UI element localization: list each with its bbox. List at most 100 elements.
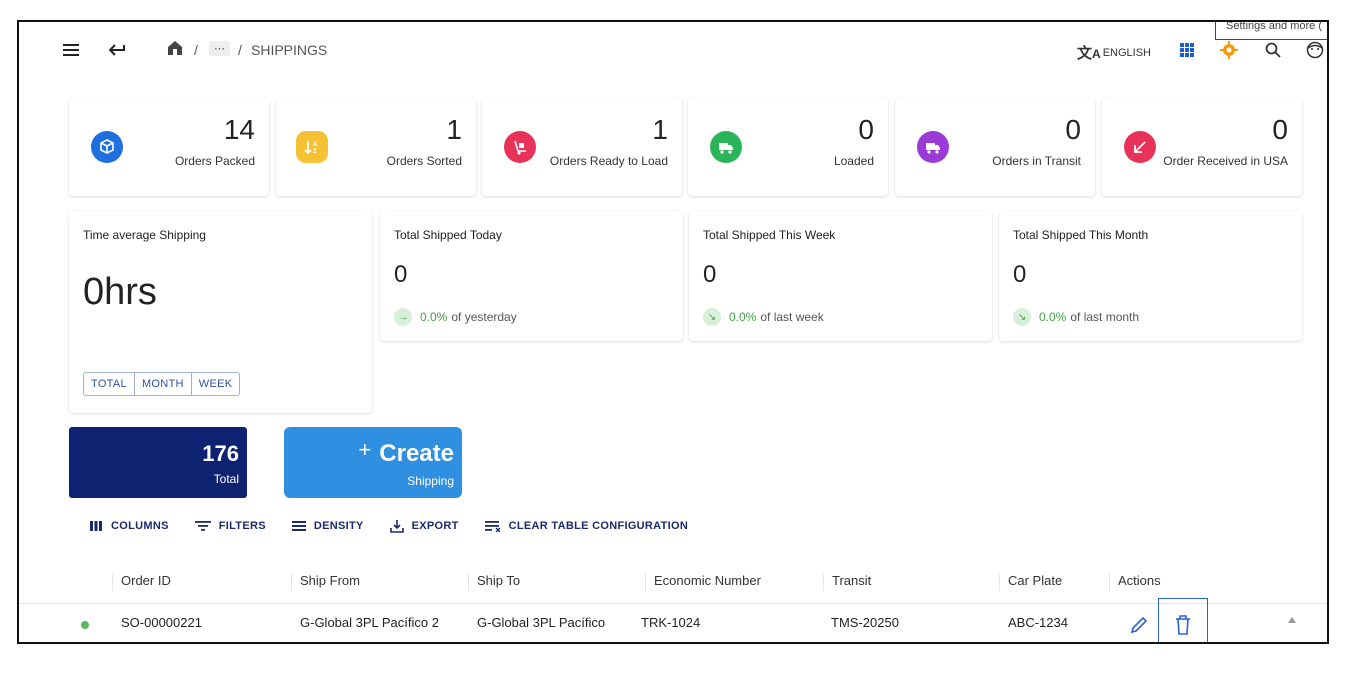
clear-table-config-button[interactable]: CLEAR TABLE CONFIGURATION xyxy=(484,519,689,533)
column-header-car-plate[interactable]: Car Plate xyxy=(999,573,1062,591)
svg-text:Z: Z xyxy=(313,149,317,155)
kpi-percent: 0.0% xyxy=(1039,310,1067,324)
create-sublabel: Shipping xyxy=(407,474,454,488)
cell-order-id: SO-00000221 xyxy=(121,615,202,630)
column-header-ship-from[interactable]: Ship From xyxy=(291,573,360,591)
range-total-button[interactable]: TOTAL xyxy=(84,373,135,395)
top-bar: / ⋯ / SHIPPINGS 文A ENGLISH Settings and … xyxy=(19,22,1327,78)
columns-icon xyxy=(90,521,102,531)
table-header: Order ID Ship From Ship To Economic Numb… xyxy=(19,560,1327,604)
cell-transit: TMS-20250 xyxy=(831,615,899,630)
density-label: DENSITY xyxy=(313,520,364,532)
language-selector[interactable]: 文A ENGLISH xyxy=(1077,42,1151,63)
scroll-up-icon[interactable] xyxy=(1287,611,1297,629)
columns-label: COLUMNS xyxy=(111,520,169,532)
svg-text:A: A xyxy=(313,142,318,148)
arrow-right-icon: → xyxy=(394,308,412,326)
settings-tooltip: Settings and more ( xyxy=(1215,22,1327,40)
settings-gear-icon[interactable] xyxy=(1219,40,1239,60)
kpi-percent: 0.0% xyxy=(420,310,448,324)
delete-focus-outline xyxy=(1158,598,1208,642)
edit-icon[interactable] xyxy=(1129,615,1149,640)
range-toggle-group: TOTAL MONTH WEEK xyxy=(83,372,241,396)
breadcrumb-separator: / xyxy=(194,42,198,58)
column-header-economic-number[interactable]: Economic Number xyxy=(645,573,761,591)
column-header-order-id[interactable]: Order ID xyxy=(112,573,171,591)
kpi-trend: ↘ 0.0% of last month xyxy=(1013,308,1139,326)
filter-icon xyxy=(194,521,211,531)
stat-label: Orders in Transit xyxy=(992,154,1081,168)
total-label: Total xyxy=(213,472,239,486)
filters-button[interactable]: FILTERS xyxy=(194,519,266,533)
stat-card-received: 0 Order Received in USA xyxy=(1102,98,1302,196)
stat-card-packed: 14 Orders Packed xyxy=(69,98,269,196)
create-shipping-button[interactable]: + Create Shipping xyxy=(284,427,462,498)
kpi-title: Total Shipped Today xyxy=(394,228,502,242)
box-icon xyxy=(91,131,123,163)
kpi-comparison: of yesterday xyxy=(451,310,517,324)
cell-economic-number: TRK-1024 xyxy=(641,615,701,630)
export-icon xyxy=(389,520,404,533)
create-label: Create xyxy=(379,440,454,467)
stat-card-sorted: AZ 1 Orders Sorted xyxy=(276,98,476,196)
stat-value: 1 xyxy=(652,114,668,145)
plus-icon: + xyxy=(358,437,372,462)
stat-label: Loaded xyxy=(833,154,874,168)
range-week-button[interactable]: WEEK xyxy=(192,373,240,395)
arrow-down-left-icon xyxy=(1124,131,1156,163)
clear-config-label: CLEAR TABLE CONFIGURATION xyxy=(508,520,689,532)
trend-down-icon: ↘ xyxy=(703,308,721,326)
breadcrumb-separator: / xyxy=(238,42,242,58)
menu-icon[interactable] xyxy=(61,40,81,60)
stat-label: Order Received in USA xyxy=(1163,154,1288,168)
export-button[interactable]: EXPORT xyxy=(389,519,459,533)
kpi-card-month: Total Shipped This Month 0 ↘ 0.0% of las… xyxy=(999,211,1302,341)
clear-config-icon xyxy=(484,521,501,532)
total-value: 176 xyxy=(202,441,239,466)
apps-grid-icon[interactable] xyxy=(1177,40,1197,60)
card-title: Time average Shipping xyxy=(83,228,206,242)
column-header-actions: Actions xyxy=(1109,573,1161,591)
search-icon[interactable] xyxy=(1263,40,1283,60)
breadcrumb-more[interactable]: ⋯ xyxy=(209,41,230,56)
stat-label: Orders Packed xyxy=(174,154,255,168)
app-frame: / ⋯ / SHIPPINGS 文A ENGLISH Settings and … xyxy=(17,20,1329,644)
kpi-value: 0 xyxy=(703,261,717,288)
table-row[interactable]: SO-00000221 G-Global 3PL Pacífico 2 G-Gl… xyxy=(19,605,1327,642)
kpi-percent: 0.0% xyxy=(729,310,757,324)
home-icon[interactable] xyxy=(165,38,185,58)
stat-value: 0 xyxy=(858,114,874,145)
back-arrow-icon[interactable] xyxy=(107,40,127,60)
stat-value: 1 xyxy=(446,114,462,145)
stat-value: 14 xyxy=(223,114,255,145)
cell-ship-from: G-Global 3PL Pacífico 2 xyxy=(300,615,439,630)
kpi-trend: ↘ 0.0% of last week xyxy=(703,308,824,326)
kpi-value: 0 xyxy=(394,261,408,288)
column-header-transit[interactable]: Transit xyxy=(823,573,871,591)
translate-icon: 文A xyxy=(1077,45,1101,62)
kpi-trend: → 0.0% of yesterday xyxy=(394,308,517,326)
total-summary: 176 Total xyxy=(69,427,247,498)
range-month-button[interactable]: MONTH xyxy=(135,373,192,395)
export-label: EXPORT xyxy=(411,520,459,532)
kpi-value: 0 xyxy=(1013,261,1027,288)
kpi-title: Total Shipped This Week xyxy=(703,228,836,242)
sort-icon: AZ xyxy=(296,131,328,163)
kpi-title: Total Shipped This Month xyxy=(1013,228,1149,242)
user-avatar-icon[interactable] xyxy=(1305,40,1325,60)
hand-truck-icon xyxy=(504,131,536,163)
delivery-truck-icon xyxy=(917,131,949,163)
stat-card-loaded: 0 Loaded xyxy=(688,98,888,196)
kpi-card-week: Total Shipped This Week 0 ↘ 0.0% of last… xyxy=(689,211,992,341)
stat-card-ready: 1 Orders Ready to Load xyxy=(482,98,682,196)
table-toolbar: COLUMNS FILTERS DENSITY EXPORT CLEAR TAB… xyxy=(89,519,688,533)
status-indicator xyxy=(81,621,89,629)
stat-value: 0 xyxy=(1065,114,1081,145)
kpi-comparison: of last week xyxy=(760,310,824,324)
columns-button[interactable]: COLUMNS xyxy=(89,519,169,533)
density-button[interactable]: DENSITY xyxy=(291,519,364,533)
stat-label: Orders Ready to Load xyxy=(549,154,668,168)
cell-ship-to: G-Global 3PL Pacífico xyxy=(477,615,606,630)
column-header-ship-to[interactable]: Ship To xyxy=(468,573,520,591)
time-average-card: Time average Shipping 0hrs TOTAL MONTH W… xyxy=(69,211,372,413)
